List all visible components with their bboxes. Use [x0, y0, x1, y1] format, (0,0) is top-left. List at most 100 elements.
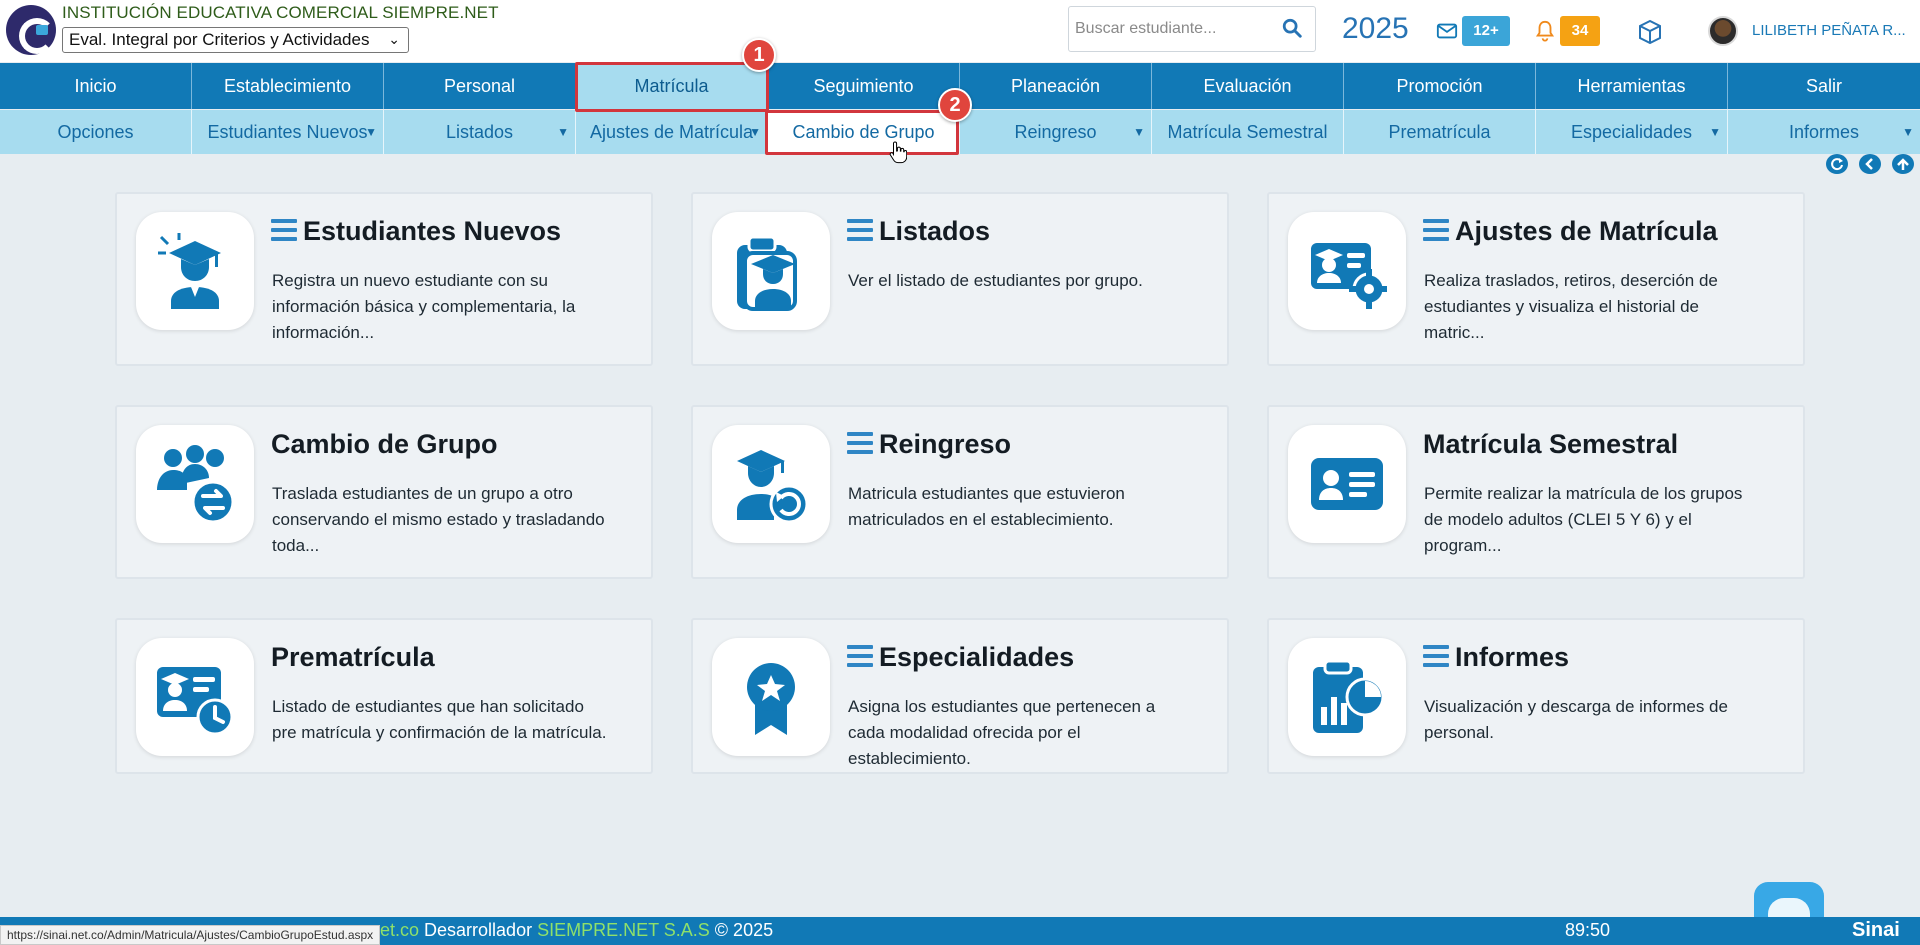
main-menu-planeacion[interactable]: Planeación	[960, 63, 1152, 109]
search-icon[interactable]	[1281, 17, 1307, 43]
menu-icon[interactable]	[847, 432, 873, 454]
card-description: Traslada estudiantes de un grupo a otro …	[272, 484, 605, 555]
card-title[interactable]: Cambio de Grupo	[271, 429, 498, 460]
card-title-text: Informes	[1455, 642, 1570, 672]
main-menu-seguimiento[interactable]: Seguimiento	[768, 63, 960, 109]
sub-menu-informes[interactable]: Informes ▼	[1728, 110, 1920, 154]
step-marker-2: 2	[938, 88, 972, 122]
school-year[interactable]: 2025	[1342, 12, 1409, 46]
bell-icon[interactable]	[1534, 19, 1556, 43]
reentry-icon	[712, 425, 830, 543]
footer-company[interactable]: SIEMPRE.NET S.A.S	[537, 920, 710, 940]
main-menu-salir[interactable]: Salir	[1728, 63, 1920, 109]
main-menu-establecimiento[interactable]: Establecimiento	[192, 63, 384, 109]
card-matricula-semestral[interactable]: Matrícula Semestral Permite realizar la …	[1267, 405, 1805, 579]
card-title-text: Matrícula Semestral	[1423, 429, 1679, 459]
card-reingreso[interactable]: Reingreso Matricula estudiantes que estu…	[691, 405, 1229, 579]
sub-menu-label: Informes	[1788, 122, 1860, 142]
card-estudiantes-nuevos[interactable]: Estudiantes Nuevos Registra un nuevo est…	[115, 192, 653, 366]
student-search	[1068, 6, 1316, 52]
pre-enrollment-icon	[136, 638, 254, 756]
refresh-icon[interactable]	[1826, 154, 1848, 174]
card-cambio-de-grupo[interactable]: Cambio de Grupo Traslada estudiantes de …	[115, 405, 653, 579]
footer-credits: et.co Desarrollador SIEMPRE.NET S.A.S © …	[380, 920, 773, 941]
sub-menu-prematricula[interactable]: Prematrícula	[1344, 110, 1536, 154]
sub-menu-especialidades[interactable]: Especialidades ▼	[1536, 110, 1728, 154]
user-avatar[interactable]	[1708, 16, 1738, 46]
sub-menu-label: Ajustes de Matrícula	[589, 122, 754, 142]
sub-menu-matricula-semestral[interactable]: Matrícula Semestral	[1152, 110, 1344, 154]
sub-menu-opciones[interactable]: Opciones	[0, 110, 192, 154]
back-icon[interactable]	[1859, 154, 1881, 174]
caret-down-icon: ▼	[1709, 125, 1721, 139]
card-title[interactable]: Estudiantes Nuevos	[271, 216, 561, 247]
menu-icon[interactable]	[1423, 219, 1449, 241]
top-header: INSTITUCIÓN EDUCATIVA COMERCIAL SIEMPRE.…	[0, 0, 1920, 62]
institution-name: INSTITUCIÓN EDUCATIVA COMERCIAL SIEMPRE.…	[62, 3, 499, 22]
evaluation-type-value: Eval. Integral por Criterios y Actividad…	[69, 30, 370, 49]
main-menu-herramientas[interactable]: Herramientas	[1536, 63, 1728, 109]
main-menu-personal[interactable]: Personal	[384, 63, 576, 109]
card-title[interactable]: Prematrícula	[271, 642, 435, 673]
caret-down-icon: ▼	[1133, 125, 1145, 139]
institution-logo[interactable]	[6, 5, 56, 55]
highlight-box-cambio-grupo	[765, 110, 959, 155]
footer-domain[interactable]: et.co	[380, 920, 419, 940]
card-title-text: Especialidades	[879, 642, 1075, 672]
card-title[interactable]: Informes	[1423, 642, 1569, 673]
notification-count-badge[interactable]: 34	[1560, 16, 1600, 46]
menu-icon[interactable]	[271, 219, 297, 241]
card-title[interactable]: Matrícula Semestral	[1423, 429, 1678, 460]
card-description: Realiza traslados, retiros, deserción de…	[1424, 271, 1718, 342]
caret-down-icon: ▼	[749, 125, 761, 139]
evaluation-type-select[interactable]: Eval. Integral por Criterios y Actividad…	[62, 27, 409, 53]
brand-logo: Sinai	[1852, 919, 1900, 941]
card-title-text: Prematrícula	[271, 642, 435, 672]
card-especialidades[interactable]: Especialidades Asigna los estudiantes qu…	[691, 618, 1229, 774]
mail-count-badge[interactable]: 12+	[1462, 16, 1510, 46]
sub-menu-reingreso[interactable]: Reingreso ▼	[960, 110, 1152, 154]
card-informes[interactable]: Informes Visualización y descarga de inf…	[1267, 618, 1805, 774]
sub-menu-label: Estudiantes Nuevos	[207, 122, 368, 142]
chevron-down-icon: ⌄	[388, 31, 400, 47]
menu-icon[interactable]	[847, 219, 873, 241]
search-input[interactable]	[1072, 15, 1272, 43]
sub-menu-label: Listados	[445, 122, 514, 142]
caret-down-icon: ▼	[1902, 125, 1914, 139]
sub-menu-estudiantes-nuevos[interactable]: Estudiantes Nuevos ▼	[192, 110, 384, 154]
card-title-text: Cambio de Grupo	[271, 429, 498, 459]
sub-menu-label: Matrícula Semestral	[1167, 122, 1328, 142]
card-title-text: Listados	[879, 216, 991, 246]
footer-copyright: © 2025	[709, 920, 774, 940]
main-menu-promocion[interactable]: Promoción	[1344, 63, 1536, 109]
footer-developer-label: Desarrollador	[419, 920, 538, 940]
card-ajustes-matricula[interactable]: Ajustes de Matrícula Realiza traslados, …	[1267, 192, 1805, 366]
id-card-icon	[1288, 425, 1406, 543]
menu-icon[interactable]	[847, 645, 873, 667]
main-menu-evaluacion[interactable]: Evaluación	[1152, 63, 1344, 109]
card-title-text: Reingreso	[879, 429, 1012, 459]
card-prematricula[interactable]: Prematrícula Listado de estudiantes que …	[115, 618, 653, 774]
user-name[interactable]: LILIBETH PEÑATA R...	[1752, 22, 1906, 39]
status-bar-url: https://sinai.net.co/Admin/Matricula/Aju…	[0, 925, 381, 945]
enrollment-settings-icon	[1288, 212, 1406, 330]
card-title-text: Estudiantes Nuevos	[303, 216, 562, 246]
caret-down-icon: ▼	[365, 125, 377, 139]
card-title[interactable]: Especialidades	[847, 642, 1074, 673]
card-title[interactable]: Listados	[847, 216, 990, 247]
card-description: Visualización y descarga de informes de …	[1424, 697, 1728, 742]
cube-icon[interactable]	[1636, 18, 1664, 46]
sub-menu-ajustes-matricula[interactable]: Ajustes de Matrícula ▼	[576, 110, 768, 154]
hand-cursor-icon	[889, 140, 908, 164]
card-title[interactable]: Reingreso	[847, 429, 1011, 460]
menu-icon[interactable]	[1423, 645, 1449, 667]
card-listados[interactable]: Listados Ver el listado de estudiantes p…	[691, 192, 1229, 366]
card-title[interactable]: Ajustes de Matrícula	[1423, 216, 1718, 247]
sub-menu-listados[interactable]: Listados ▼	[384, 110, 576, 154]
card-title-text: Ajustes de Matrícula	[1455, 216, 1718, 246]
scroll-up-icon[interactable]	[1892, 154, 1914, 174]
mail-icon[interactable]	[1436, 20, 1458, 42]
main-menu-inicio[interactable]: Inicio	[0, 63, 192, 109]
sub-menu-label: Reingreso	[1014, 122, 1097, 142]
card-description: Matricula estudiantes que estuvieron mat…	[848, 484, 1125, 529]
